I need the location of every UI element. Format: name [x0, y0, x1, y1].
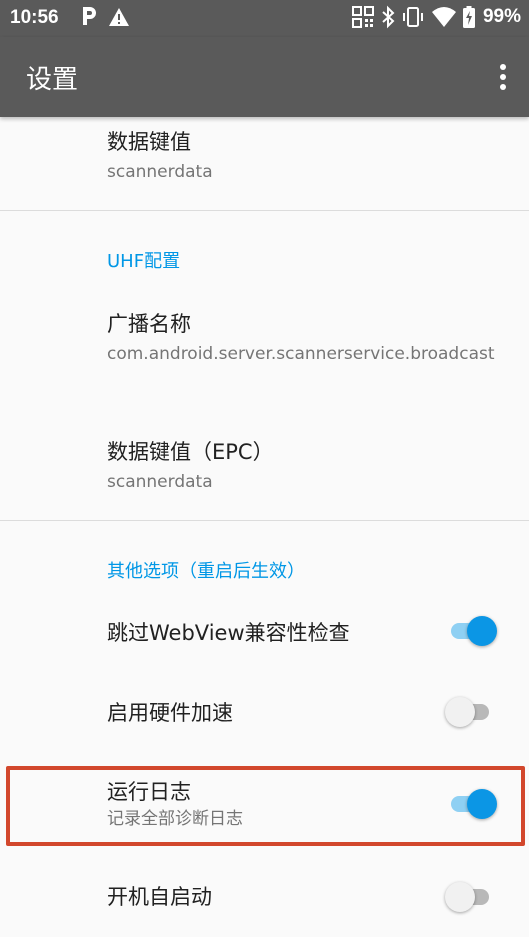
pref-broadcast-name-summary: com.android.server.scannerservice.broadc… — [107, 344, 495, 364]
divider — [0, 520, 529, 521]
category-other: 其他选项（重启后生效） — [107, 561, 305, 582]
switch-thumb — [467, 789, 497, 819]
warning-icon — [109, 8, 129, 26]
pref-skip-webview-title: 跳过WebView兼容性检查 — [107, 621, 350, 645]
bluetooth-icon — [382, 5, 395, 29]
switch-thumb — [445, 882, 475, 912]
pref-run-log[interactable]: 运行日志 记录全部诊断日志 — [0, 778, 529, 831]
pref-skip-webview[interactable]: 跳过WebView兼容性检查 — [0, 619, 529, 647]
switch-thumb — [467, 616, 497, 646]
pref-broadcast-name-title: 广播名称 — [107, 312, 191, 336]
status-time: 10:56 — [10, 7, 59, 28]
pref-data-key-epc-title: 数据键值（EPC） — [107, 440, 274, 464]
vibrate-icon — [402, 7, 423, 27]
pref-autostart-title: 开机自启动 — [107, 885, 212, 909]
switch-thumb — [445, 697, 475, 727]
barcode-icon — [351, 6, 374, 28]
parking-icon — [83, 7, 96, 25]
pref-broadcast-name[interactable]: 广播名称 com.android.server.scannerservice.b… — [0, 310, 529, 366]
pref-data-key-summary: scannerdata — [107, 162, 213, 182]
wifi-icon — [431, 7, 456, 27]
divider — [0, 210, 529, 211]
autostart-switch[interactable] — [445, 880, 489, 914]
status-bar: 10:56 99% — [0, 0, 529, 37]
more-vert-icon[interactable] — [499, 63, 507, 91]
pref-data-key-epc-summary: scannerdata — [107, 472, 213, 492]
hw-accel-switch[interactable] — [445, 695, 489, 729]
run-log-switch[interactable] — [451, 787, 497, 821]
pref-data-key-epc[interactable]: 数据键值（EPC） scannerdata — [0, 438, 529, 494]
pref-data-key[interactable]: 数据键值 scannerdata — [0, 128, 529, 184]
status-icons: 99% — [351, 5, 521, 29]
app-bar: 设置 — [0, 37, 529, 117]
category-uhf: UHF配置 — [107, 251, 181, 272]
page-title: 设置 — [26, 65, 79, 95]
pref-data-key-title: 数据键值 — [107, 130, 191, 154]
pref-hw-accel-title: 启用硬件加速 — [107, 701, 233, 725]
skip-webview-switch[interactable] — [451, 614, 497, 648]
battery-icon — [462, 6, 475, 28]
pref-run-log-summary: 记录全部诊断日志 — [107, 809, 243, 829]
battery-percent: 99% — [482, 6, 521, 27]
pref-run-log-title: 运行日志 — [107, 780, 191, 804]
